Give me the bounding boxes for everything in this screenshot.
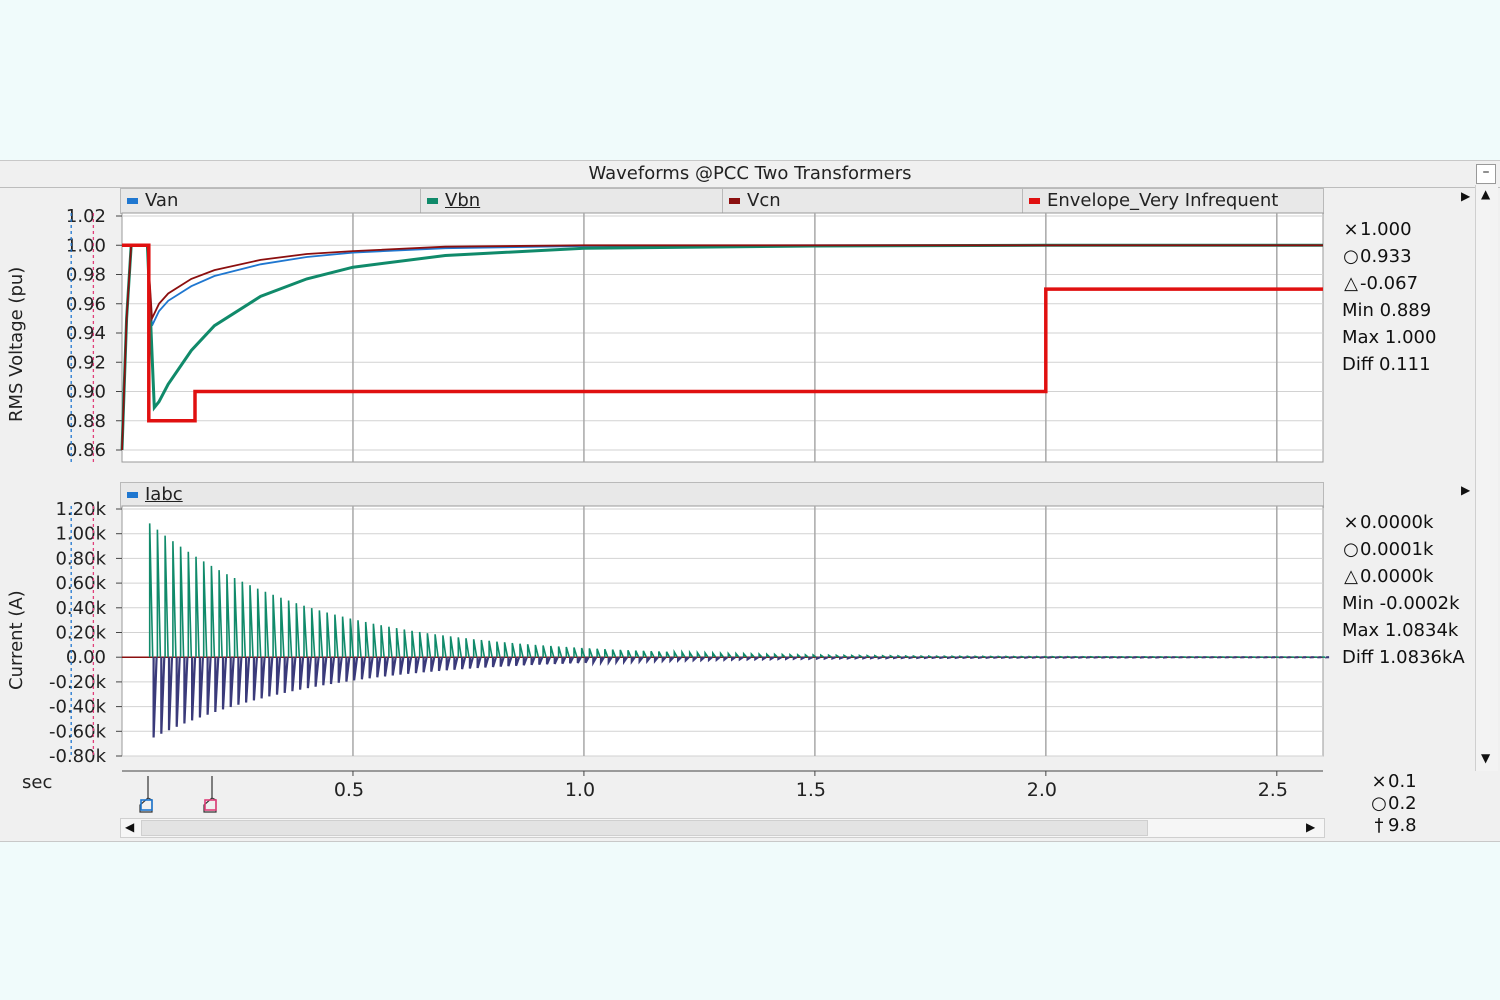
y-tick-label-0: 0.92 — [66, 352, 106, 373]
plot-area-0 — [121, 212, 1324, 463]
y-tick-label-1: -0.40k — [49, 697, 107, 718]
cursor-x-marker-icon-box — [140, 799, 153, 811]
y-tick-label-0: 0.86 — [66, 440, 106, 461]
y-tick-label-1: 1.20k — [55, 499, 106, 520]
y-tick-label-1: -0.60k — [49, 721, 107, 742]
y-tick-label-0: 0.88 — [66, 411, 106, 432]
y-tick-label-1: -0.20k — [49, 672, 107, 693]
y-tick-label-1: 0.60k — [55, 573, 106, 594]
y-tick-label-1: 1.00k — [55, 524, 106, 545]
cursor-o-marker-icon-box — [204, 799, 217, 811]
y-tick-label-1: 0.20k — [55, 623, 106, 644]
y-tick-label-0: 0.98 — [66, 265, 106, 286]
y-tick-label-0: 1.00 — [66, 235, 106, 256]
y-tick-label-1: -0.80k — [49, 746, 107, 767]
y-tick-label-0: 1.02 — [66, 206, 106, 227]
y-tick-label-1: 0.00 — [66, 647, 106, 668]
time-tick-label: 0.5 — [334, 779, 364, 801]
y-tick-label-0: 0.90 — [66, 382, 106, 403]
y-tick-label-0: 0.94 — [66, 323, 106, 344]
y-tick-label-0: 0.96 — [66, 294, 106, 315]
time-tick-label: 1.5 — [796, 779, 826, 801]
waveform-plots: 1.02 1.00 0.98 0.96 0.94 0.92 0.90 0.88 0.86 1.20… — [49, 206, 1330, 813]
cursor-x-marker-icon — [139, 776, 153, 813]
time-tick-label: 2.0 — [1027, 779, 1057, 801]
plot-area-1 — [121, 505, 1324, 757]
y-tick-label-1: 0.80k — [55, 548, 106, 569]
y-tick-label-1: 0.40k — [55, 598, 106, 619]
time-tick-label: 1.0 — [565, 779, 595, 801]
cursor-o-marker-icon — [203, 776, 217, 813]
time-tick-label: 2.5 — [1258, 779, 1288, 801]
